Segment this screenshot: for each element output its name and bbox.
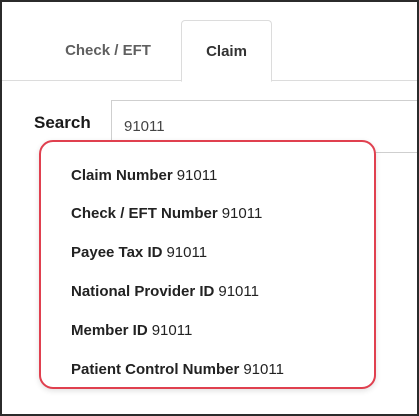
search-suggestions-dropdown: Claim Number 91011 Check / EFT Number 9101… xyxy=(39,140,376,389)
suggestion-field-label: National Provider ID xyxy=(71,283,215,300)
suggestion-value: 91011 xyxy=(243,361,284,378)
suggestion-field-label: Patient Control Number xyxy=(71,361,240,378)
suggestion-field-label: Member ID xyxy=(71,322,148,339)
suggestion-value: 91011 xyxy=(176,167,218,184)
suggestion-value: 91011 xyxy=(151,322,193,339)
suggestion-value: 91011 xyxy=(218,283,259,300)
suggestion-field-label: Check / EFT Number xyxy=(71,205,218,222)
suggestion-value: 91011 xyxy=(221,205,263,222)
search-label: Search xyxy=(34,113,91,132)
suggestion-field-label: Payee Tax ID xyxy=(71,244,163,261)
suggestion-member-id[interactable]: Member ID 91011 xyxy=(71,322,192,346)
suggestion-patient-control-number[interactable]: Patient Control Number 91011 xyxy=(71,361,284,385)
suggestion-payee-tax-id[interactable]: Payee Tax ID 91011 xyxy=(71,244,207,268)
suggestion-national-provider-id[interactable]: National Provider ID 91011 xyxy=(71,283,259,307)
suggestion-claim-number[interactable]: Claim Number 91011 xyxy=(71,167,217,191)
app-frame: Check / EFT Claim Search Claim Number910… xyxy=(0,0,419,416)
tab-claim[interactable]: Claim xyxy=(181,20,272,82)
suggestion-field-label: Claim Number xyxy=(71,167,173,184)
tab-check-eft[interactable]: Check / EFT xyxy=(38,20,178,82)
suggestions-list: Claim Number 91011 Check / EFT Number 9101… xyxy=(41,142,374,387)
tab-bar: Check / EFT Claim xyxy=(2,2,417,82)
suggestion-value: 91011 xyxy=(166,244,208,261)
suggestion-check-eft-number[interactable]: Check / EFT Number 91011 xyxy=(71,205,262,229)
